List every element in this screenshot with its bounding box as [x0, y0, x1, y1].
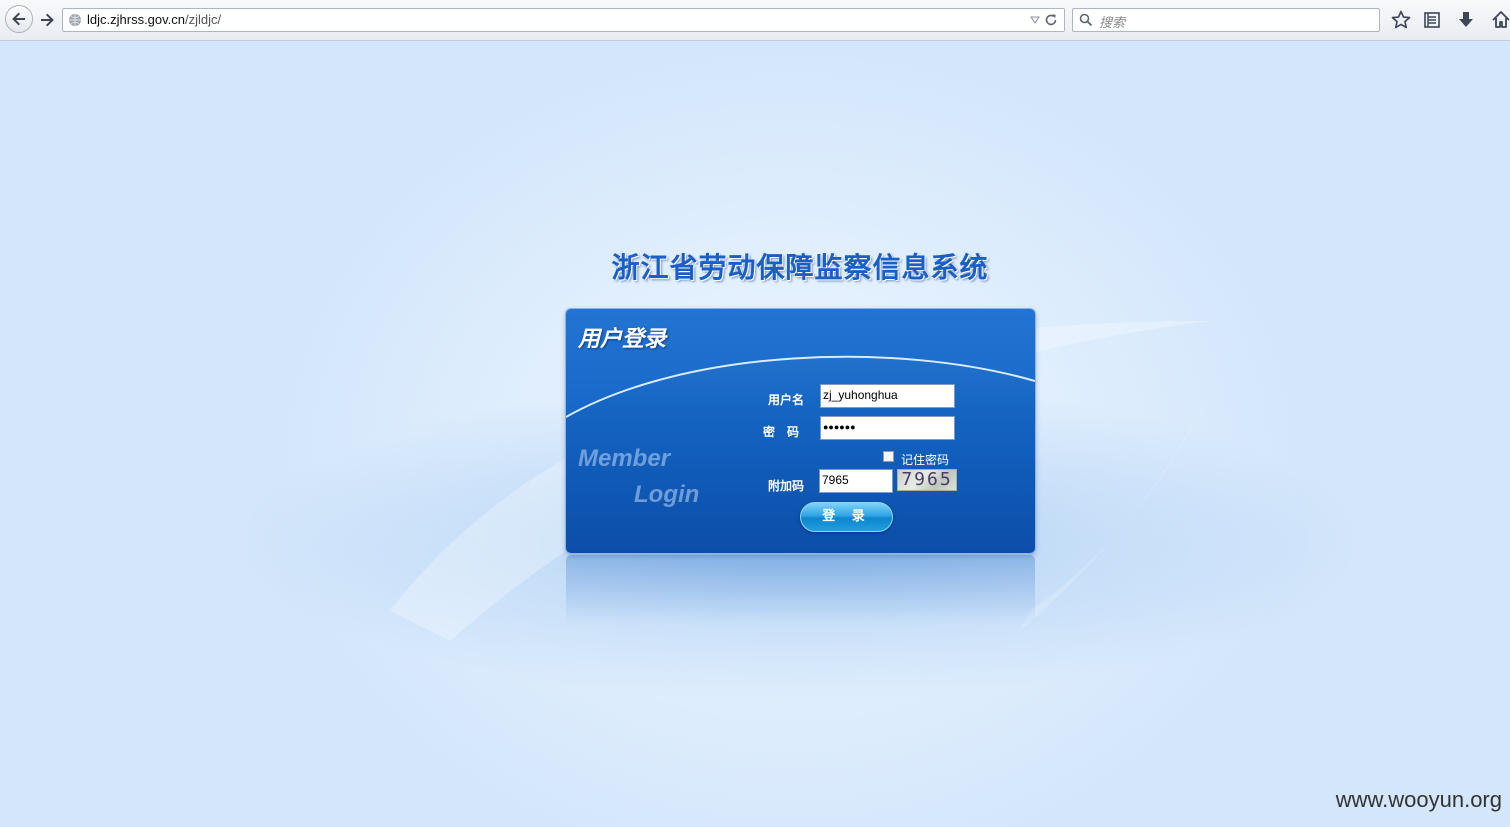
dropdown-arrow-icon[interactable] — [1030, 15, 1040, 25]
page-content: 浙江省劳动保障监察信息系统 用户登录 Member Login 用户名 zj_y… — [0, 41, 1510, 827]
bookmarks-menu-button[interactable] — [1421, 9, 1443, 31]
globe-icon — [69, 14, 81, 26]
remember-checkbox[interactable] — [883, 451, 894, 462]
home-icon — [1492, 11, 1510, 28]
captcha-image[interactable]: 7965 — [897, 469, 957, 491]
back-button[interactable] — [5, 5, 33, 33]
home-button[interactable] — [1490, 9, 1510, 31]
decor-member-text: Member — [578, 445, 671, 472]
url-text: ldjc.zjhrss.gov.cn/zjldjc/ — [87, 12, 221, 27]
url-path: /zjldjc/ — [185, 12, 222, 27]
panel-title: 用户登录 — [578, 327, 667, 352]
captcha-input[interactable]: 7965 — [819, 469, 893, 493]
forward-button[interactable] — [36, 9, 58, 31]
watermark-text: www.wooyun.org — [1335, 787, 1502, 812]
password-label: 密 码 — [763, 425, 800, 439]
username-input[interactable]: zj_yuhonghua — [820, 384, 955, 408]
login-panel: 用户登录 Member Login 用户名 zj_yuhonghua 密 码 ●… — [566, 309, 1035, 553]
search-icon — [1079, 13, 1093, 27]
search-bar[interactable]: 搜索 — [1072, 8, 1380, 32]
decor-login-text: Login — [634, 481, 700, 508]
browser-toolbar: ldjc.zjhrss.gov.cn/zjldjc/ 搜索 — [0, 0, 1510, 41]
password-input[interactable]: ●●●●●● — [820, 416, 955, 440]
downloads-button[interactable] — [1455, 9, 1477, 31]
login-button[interactable]: 登 录 — [800, 502, 893, 532]
remember-label: 记住密码 — [901, 453, 950, 467]
panel-reflection — [566, 555, 1035, 625]
system-title: 浙江省劳动保障监察信息系统 — [611, 251, 989, 284]
search-placeholder: 搜索 — [1099, 15, 1126, 30]
bookmark-star-button[interactable] — [1390, 9, 1412, 31]
arrow-right-icon — [41, 13, 54, 27]
reload-icon[interactable] — [1044, 13, 1058, 27]
download-arrow-icon — [1459, 12, 1473, 27]
captcha-label: 附加码 — [768, 479, 805, 493]
url-host: ldjc.zjhrss.gov.cn — [87, 12, 186, 27]
bookmarks-list-icon — [1424, 12, 1440, 28]
address-bar[interactable]: ldjc.zjhrss.gov.cn/zjldjc/ — [62, 8, 1065, 32]
username-label: 用户名 — [768, 393, 805, 407]
arrow-left-icon — [12, 12, 25, 26]
star-icon — [1391, 10, 1411, 29]
